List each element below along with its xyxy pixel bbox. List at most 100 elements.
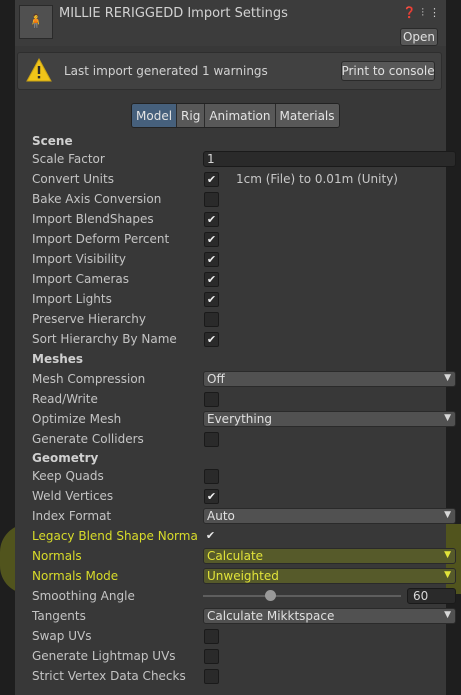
dropdown-value: Auto: [207, 509, 235, 523]
field-label: Read/Write: [32, 392, 98, 406]
convert-units-checkbox[interactable]: ✔: [204, 172, 219, 187]
convert-units-row: Convert Units ✔ 1cm (File) to 0.01m (Uni…: [32, 171, 440, 189]
import-lights-checkbox[interactable]: ✔: [204, 292, 219, 307]
legacy-blend-shape-normals-row: Legacy Blend Shape Norma ✔: [32, 528, 440, 546]
optimize-mesh-dropdown[interactable]: Everything ▼: [203, 411, 456, 427]
field-label: Preserve Hierarchy: [32, 312, 146, 326]
model-asset-icon: 🧍: [19, 5, 53, 39]
field-label: Weld Vertices: [32, 489, 114, 503]
field-label: Bake Axis Conversion: [32, 192, 162, 206]
tab-animation[interactable]: Animation: [205, 104, 276, 127]
field-value: 60: [413, 589, 429, 603]
chevron-down-icon: ▼: [444, 610, 451, 620]
tangents-dropdown[interactable]: Calculate Mikktspace ▼: [203, 608, 456, 624]
tab-model[interactable]: Model: [132, 104, 178, 127]
open-button[interactable]: Open: [400, 28, 438, 46]
mesh-compression-dropdown[interactable]: Off ▼: [203, 371, 456, 387]
smoothing-angle-slider-handle[interactable]: [264, 590, 276, 601]
sort-hierarchy-row: Sort Hierarchy By Name ✔: [32, 331, 440, 349]
normals-mode-dropdown[interactable]: Unweighted ▼: [203, 568, 456, 584]
warning-text: Last import generated 1 warnings: [64, 64, 268, 78]
geometry-section: Geometry: [32, 450, 440, 468]
strict-vertex-data-checks-row: Strict Vertex Data Checks: [32, 668, 440, 686]
preserve-hierarchy-row: Preserve Hierarchy: [32, 311, 440, 329]
scale-factor-input[interactable]: 1: [203, 151, 456, 167]
field-label: Index Format: [32, 509, 112, 523]
import-lights-row: Import Lights ✔: [32, 291, 440, 309]
section-header: Meshes: [32, 352, 84, 366]
import-cameras-row: Import Cameras ✔: [32, 271, 440, 289]
swap-uvs-row: Swap UVs: [32, 628, 440, 646]
import-visibility-row: Import Visibility ✔: [32, 251, 440, 269]
field-label: Swap UVs: [32, 629, 92, 643]
import-cameras-checkbox[interactable]: ✔: [204, 272, 219, 287]
weld-vertices-row: Weld Vertices ✔: [32, 488, 440, 506]
tab-rig[interactable]: Rig: [177, 104, 206, 127]
weld-vertices-checkbox[interactable]: ✔: [204, 489, 219, 504]
smoothing-angle-row: Smoothing Angle 60: [32, 588, 456, 606]
field-label: Import Deform Percent: [32, 232, 170, 246]
legacy-blend-shape-normals-checkbox[interactable]: ✔: [204, 529, 217, 542]
normals-row: Normals Calculate ▼: [32, 548, 456, 566]
field-label: Import BlendShapes: [32, 212, 154, 226]
field-label: Generate Lightmap UVs: [32, 649, 176, 663]
generate-lightmap-uvs-checkbox[interactable]: [204, 649, 219, 664]
help-icon[interactable]: ❓: [403, 6, 417, 20]
bake-axis-row: Bake Axis Conversion: [32, 191, 440, 209]
smoothing-angle-input[interactable]: 60: [407, 588, 456, 604]
import-blendshapes-checkbox[interactable]: ✔: [204, 212, 219, 227]
smoothing-angle-slider-track[interactable]: [203, 595, 401, 597]
field-label: Smoothing Angle: [32, 589, 135, 603]
left-gutter: [0, 0, 15, 695]
bake-axis-checkbox[interactable]: [204, 192, 219, 207]
index-format-dropdown[interactable]: Auto ▼: [203, 508, 456, 524]
field-label: Tangents: [32, 609, 86, 623]
import-blendshapes-row: Import BlendShapes ✔: [32, 211, 440, 229]
field-label: Generate Colliders: [32, 432, 144, 446]
field-label: Strict Vertex Data Checks: [32, 669, 186, 683]
convert-units-note: 1cm (File) to 0.01m (Unity): [236, 172, 398, 186]
kebab-menu-icon[interactable]: ⋮: [429, 6, 440, 20]
field-label: Legacy Blend Shape Norma: [32, 529, 198, 543]
read-write-row: Read/Write: [32, 391, 440, 409]
preserve-hierarchy-checkbox[interactable]: [204, 312, 219, 327]
chevron-down-icon: ▼: [444, 413, 451, 423]
field-label: Keep Quads: [32, 469, 104, 483]
dropdown-value: Calculate Mikktspace: [207, 609, 335, 623]
import-visibility-checkbox[interactable]: ✔: [204, 252, 219, 267]
keep-quads-row: Keep Quads: [32, 468, 440, 486]
chevron-down-icon: ▼: [444, 510, 451, 520]
inspector-header: 🧍 MILLIE RERIGGEDD Import Settings ❓ ⫶ ⋮…: [15, 0, 446, 46]
meshes-section: Meshes: [32, 351, 440, 369]
scene-section: Scene: [32, 133, 440, 151]
dropdown-value: Off: [207, 372, 225, 386]
normals-mode-row: Normals Mode Unweighted ▼: [32, 568, 456, 586]
presets-icon[interactable]: ⫶: [421, 6, 424, 20]
normals-dropdown[interactable]: Calculate ▼: [203, 548, 456, 564]
dropdown-value: Everything: [207, 412, 272, 426]
chevron-down-icon: ▼: [444, 373, 451, 383]
read-write-checkbox[interactable]: [204, 392, 219, 407]
inspector-panel: 🧍 MILLIE RERIGGEDD Import Settings ❓ ⫶ ⋮…: [15, 0, 456, 695]
field-label: Import Cameras: [32, 272, 129, 286]
field-label: Mesh Compression: [32, 372, 146, 386]
keep-quads-checkbox[interactable]: [204, 469, 219, 484]
import-deform-percent-checkbox[interactable]: ✔: [204, 232, 219, 247]
generate-colliders-row: Generate Colliders: [32, 431, 440, 449]
tangents-row: Tangents Calculate Mikktspace ▼: [32, 608, 456, 626]
field-label: Convert Units: [32, 172, 114, 186]
swap-uvs-checkbox[interactable]: [204, 629, 219, 644]
optimize-mesh-row: Optimize Mesh Everything ▼: [32, 411, 456, 429]
index-format-row: Index Format Auto ▼: [32, 508, 456, 526]
sort-hierarchy-checkbox[interactable]: ✔: [204, 332, 219, 347]
strict-vertex-data-checks-checkbox[interactable]: [204, 669, 219, 684]
warning-box: Last import generated 1 warnings Print t…: [17, 52, 442, 90]
field-label: Import Visibility: [32, 252, 126, 266]
field-label: Sort Hierarchy By Name: [32, 332, 177, 346]
print-to-console-button[interactable]: Print to console: [341, 61, 435, 81]
generate-colliders-checkbox[interactable]: [204, 432, 219, 447]
field-label: Normals Mode: [32, 569, 119, 583]
tab-materials[interactable]: Materials: [275, 104, 339, 127]
warning-triangle-icon: [26, 57, 52, 82]
mesh-compression-row: Mesh Compression Off ▼: [32, 371, 456, 389]
